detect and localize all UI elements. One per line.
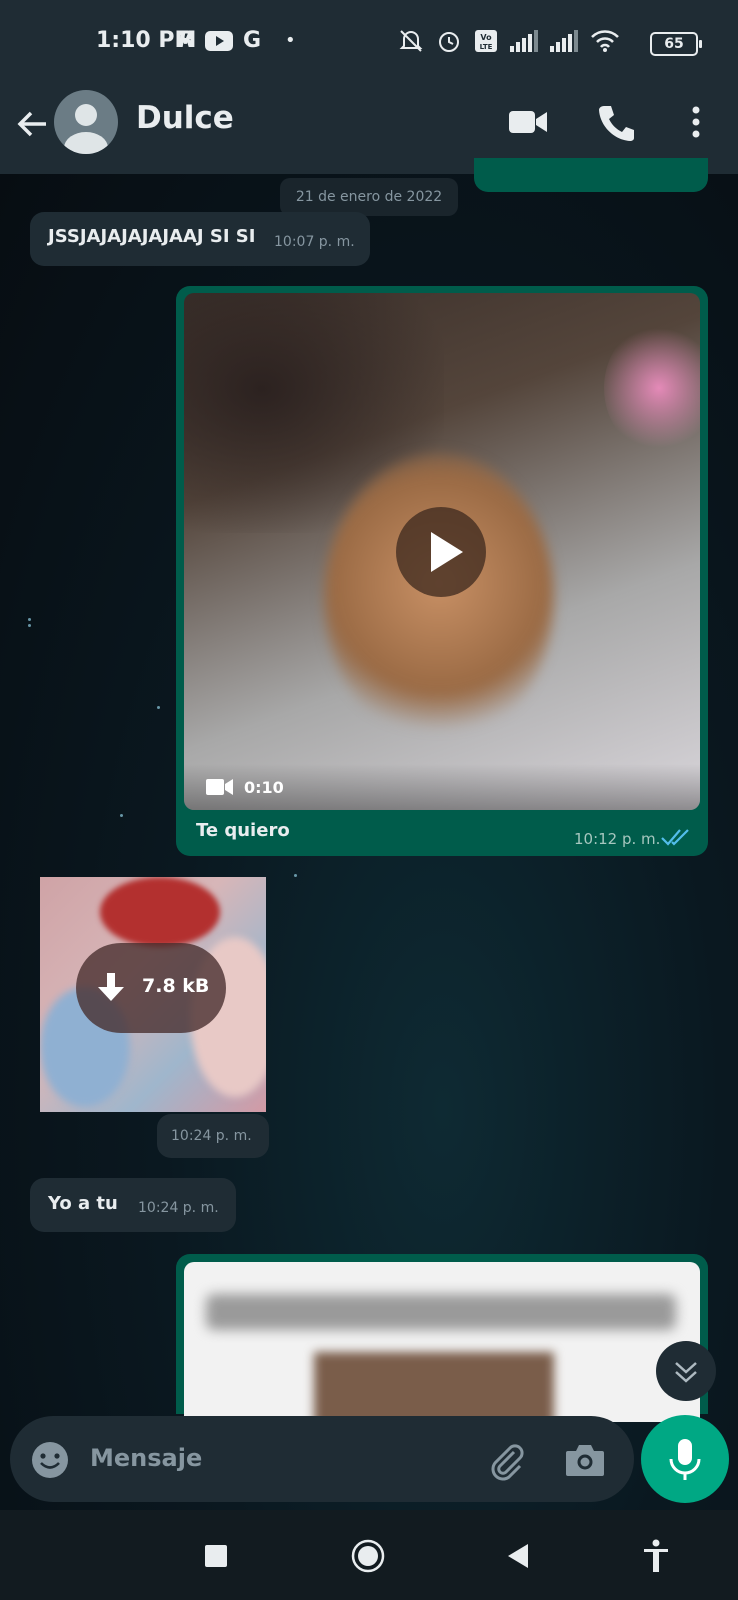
thumbnail-blur bbox=[324, 453, 554, 743]
mic-button[interactable] bbox=[641, 1415, 729, 1503]
system-icons: Vo LTE bbox=[398, 28, 680, 54]
phone-icon[interactable] bbox=[594, 100, 638, 144]
download-icon bbox=[98, 973, 124, 1001]
sticker-time-chip: 10:24 p. m. bbox=[157, 1114, 269, 1158]
signal-icon bbox=[510, 30, 538, 52]
wallpaper-star bbox=[294, 874, 297, 877]
back-arrow-icon[interactable] bbox=[14, 106, 50, 142]
incoming-message-bubble[interactable]: Yo a tu 10:24 p. m. bbox=[30, 1178, 236, 1232]
volte-icon: VoLTE bbox=[475, 30, 497, 52]
video-camera-icon bbox=[206, 779, 233, 795]
status-bar: 1:10 PM R G • Vo LTE 65 bbox=[0, 0, 738, 84]
video-duration: 0:10 bbox=[244, 778, 284, 797]
message-time: 10:24 p. m. bbox=[138, 1200, 219, 1216]
wallpaper-star bbox=[157, 706, 160, 709]
outgoing-bubble-partial[interactable] bbox=[474, 158, 708, 192]
notification-icons: R G • bbox=[178, 28, 296, 53]
incoming-message-bubble[interactable]: JSSJAJAJAJAJAAJ SI SI 10:07 p. m. bbox=[30, 212, 370, 266]
message-text: Yo a tu bbox=[48, 1193, 118, 1214]
message-time: 10:24 p. m. bbox=[171, 1128, 252, 1144]
download-button[interactable]: 7.8 kB bbox=[76, 943, 226, 1033]
more-vert-icon[interactable] bbox=[674, 100, 718, 144]
message-time: 10:12 p. m. bbox=[574, 830, 661, 848]
mic-icon bbox=[669, 1439, 701, 1480]
thumbnail-blur bbox=[604, 323, 700, 453]
camera-icon[interactable] bbox=[564, 1440, 606, 1480]
sticker-blur bbox=[100, 877, 220, 947]
bell-off-icon bbox=[399, 30, 423, 52]
wallpaper-star bbox=[28, 624, 31, 627]
youtube-icon bbox=[204, 30, 233, 51]
shared-image-preview[interactable] bbox=[184, 1262, 700, 1422]
video-thumbnail[interactable]: 0:10 bbox=[184, 293, 700, 810]
svg-text:LTE: LTE bbox=[480, 43, 493, 51]
wifi-icon bbox=[591, 30, 619, 52]
wallpaper-star bbox=[28, 618, 31, 621]
nav-back-icon[interactable] bbox=[506, 1542, 532, 1570]
scroll-down-icon bbox=[675, 1362, 697, 1383]
nav-home-icon[interactable] bbox=[350, 1538, 386, 1574]
message-time: 10:07 p. m. bbox=[274, 234, 355, 250]
accessibility-icon[interactable] bbox=[642, 1538, 670, 1574]
message-text: JSSJAJAJAJAJAAJ SI SI bbox=[48, 226, 256, 247]
sticker-image[interactable]: 7.8 kB bbox=[40, 877, 266, 1112]
dot-icon: • bbox=[285, 30, 296, 51]
wallpaper-star bbox=[120, 814, 123, 817]
video-call-icon[interactable] bbox=[506, 100, 550, 144]
blurred-image bbox=[314, 1352, 554, 1422]
emoji-icon[interactable] bbox=[30, 1440, 70, 1480]
scroll-down-button[interactable] bbox=[656, 1341, 716, 1401]
message-placeholder[interactable]: Mensaje bbox=[90, 1444, 202, 1472]
alarm-icon bbox=[439, 32, 459, 52]
play-button[interactable] bbox=[396, 507, 486, 597]
contact-name[interactable]: Dulce bbox=[136, 100, 234, 136]
video-caption: Te quiero bbox=[196, 820, 290, 841]
date-chip: 21 de enero de 2022 bbox=[280, 178, 458, 216]
video-info-bar: 0:10 bbox=[184, 764, 700, 810]
nav-recents-icon[interactable] bbox=[204, 1544, 228, 1568]
system-nav-bar bbox=[0, 1510, 738, 1600]
r-app-icon: R bbox=[178, 28, 195, 53]
blurred-text bbox=[206, 1294, 676, 1330]
download-size: 7.8 kB bbox=[142, 975, 210, 997]
signal-icon-2 bbox=[550, 30, 578, 52]
message-input-bar[interactable]: Mensaje bbox=[10, 1416, 634, 1502]
avatar-icon[interactable] bbox=[54, 90, 118, 154]
double-check-icon bbox=[661, 829, 689, 846]
google-icon: G bbox=[242, 28, 262, 53]
play-icon bbox=[431, 532, 463, 572]
attach-icon[interactable] bbox=[484, 1438, 528, 1482]
svg-text:Vo: Vo bbox=[480, 33, 492, 42]
battery-indicator: 65 bbox=[650, 32, 702, 56]
